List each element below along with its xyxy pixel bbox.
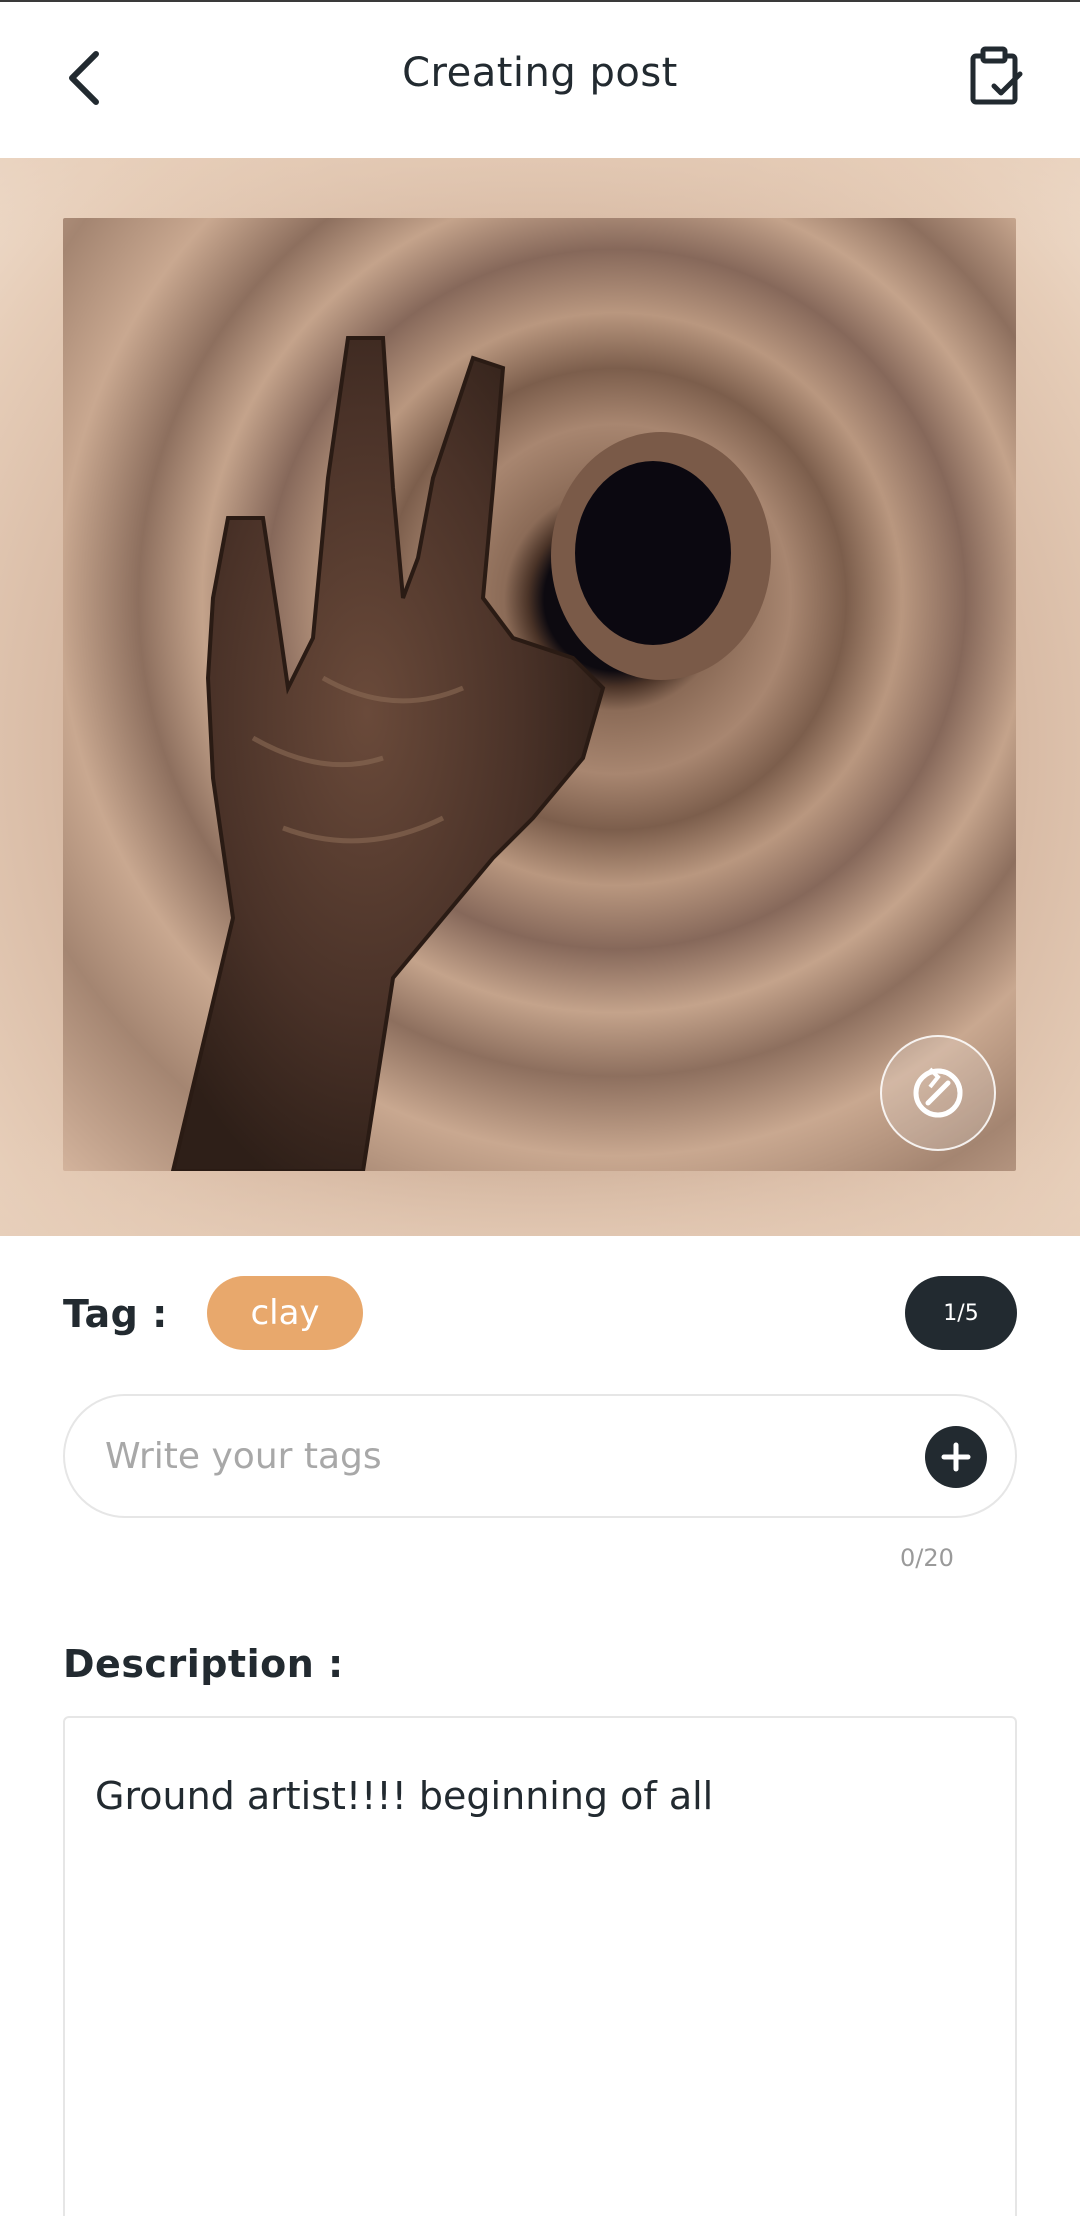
tag-label: Tag : [63,1292,168,1336]
tag-input-container [63,1394,1017,1518]
clay-hand-illustration [170,336,771,1171]
description-label: Description : [63,1642,344,1686]
tag-row: Tag : clay 1/5 [63,1276,1017,1352]
add-tag-button[interactable] [925,1426,987,1488]
page-title: Creating post [402,50,678,96]
clipboard-check-icon [970,46,1023,105]
rotate-icon [913,1067,963,1118]
tag-input[interactable] [105,1426,885,1486]
post-photo [63,218,1016,1171]
description-field[interactable]: Ground artist!!!! beginning of all [63,1716,1017,2216]
app-header: Creating post [0,2,1080,158]
tag-chip[interactable]: clay [207,1276,363,1350]
rotate-image-button[interactable] [880,1035,996,1151]
plus-icon [941,1442,971,1472]
tag-char-counter: 0/20 [900,1544,954,1572]
image-page-indicator: 1/5 [905,1276,1017,1350]
confirm-post-button[interactable] [962,38,1030,114]
image-preview-area [0,158,1080,1236]
description-text: Ground artist!!!! beginning of all [95,1774,714,1818]
